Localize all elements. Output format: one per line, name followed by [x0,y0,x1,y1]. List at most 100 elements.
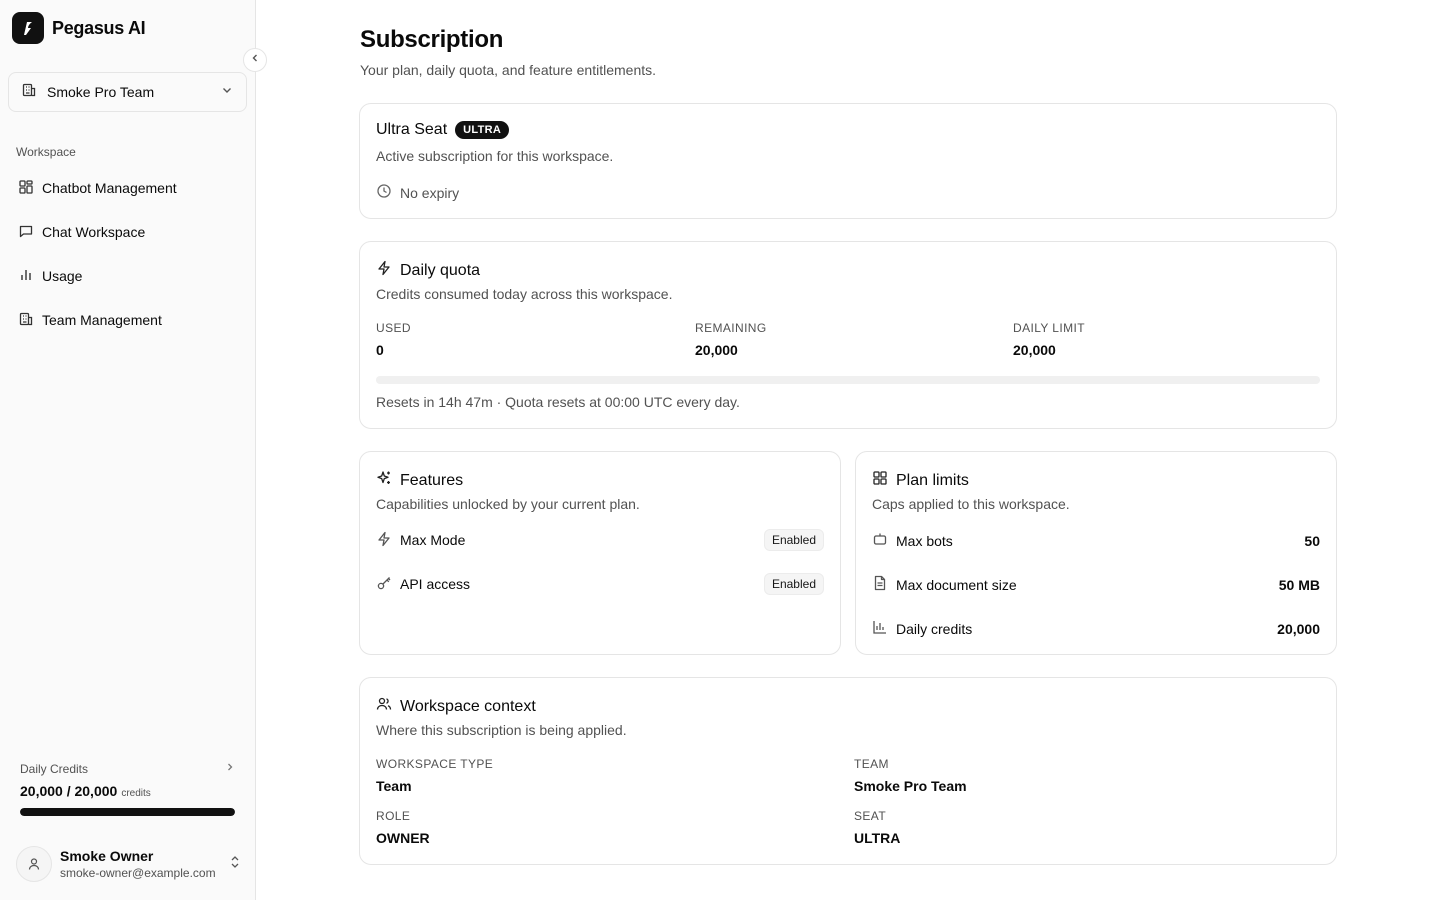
limit-name: Daily credits [896,620,973,637]
daily-credits-value: 20,000 / 20,000 [20,783,118,799]
sidebar-item-team-management[interactable]: Team Management [8,298,247,342]
context-label: ROLE [376,809,411,823]
quota-title: Daily quota [400,261,481,279]
user-name: Smoke Owner [60,848,154,864]
sidebar-item-usage[interactable]: Usage [8,254,247,298]
quota-remaining: REMAINING 20,000 [695,321,767,358]
daily-credits-bar-fill [20,808,235,816]
features-description: Capabilities unlocked by your current pl… [376,496,640,512]
app-logo-icon [12,12,44,44]
feature-row-api-access: API access Enabled [376,573,824,595]
quota-limit-value: 20,000 [1013,342,1056,358]
brand[interactable]: Pegasus AI [12,12,146,44]
context-workspace-type: WORKSPACE TYPE Team [376,757,493,794]
context-role: ROLE OWNER [376,809,430,846]
context-team: TEAM Smoke Pro Team [854,757,967,794]
clock-icon [376,183,392,202]
context-value: Smoke Pro Team [854,778,967,794]
features-card: Features Capabilities unlocked by your c… [359,451,841,655]
team-selector-value: Smoke Pro Team [47,84,155,100]
context-label: SEAT [854,809,887,823]
feature-name: API access [400,576,471,592]
user-menu[interactable]: Smoke Owner smoke-owner@example.com [16,846,242,882]
file-icon [872,575,888,594]
limit-name: Max bots [896,532,953,549]
context-seat: SEAT ULTRA [854,809,900,846]
building-icon [18,311,34,330]
quota-card: Daily quota Credits consumed today acros… [359,241,1337,429]
sidebar-item-label: Chatbot Management [42,180,177,196]
sidebar-item-label: Usage [42,268,83,284]
limit-row-max-document-size: Max document size 50 MB [872,575,1320,594]
limit-value: 50 [1304,532,1320,549]
daily-credits-title: Daily Credits [20,762,89,776]
key-icon [376,575,392,594]
feature-status-badge: Enabled [763,529,824,551]
users-icon [376,696,392,717]
daily-credits-unit: credits [121,788,151,799]
plan-badge: ULTRA [455,121,510,139]
chevron-left-icon [249,51,261,69]
zap-icon [376,260,392,281]
collapse-sidebar-button[interactable] [243,48,267,72]
limit-row-daily-credits: Daily credits 20,000 [872,619,1320,638]
sidebar-item-label: Team Management [42,312,162,328]
context-label: WORKSPACE TYPE [376,757,494,771]
feature-status-badge: Enabled [763,573,824,595]
plan-expiry: No expiry [400,184,460,201]
bar-chart-icon [872,619,888,638]
plan-description: Active subscription for this workspace. [376,148,614,164]
feature-name: Max Mode [400,532,466,548]
plan-limits-description: Caps applied to this workspace. [872,496,1070,512]
chevrons-up-down-icon [228,855,242,874]
message-icon [18,223,34,242]
page-subtitle: Your plan, daily quota, and feature enti… [360,62,657,78]
quota-used-value: 0 [376,342,384,358]
app-name: Pegasus AI [52,17,146,38]
team-selector[interactable]: Smoke Pro Team [8,72,247,112]
sidebar-item-label: Chat Workspace [42,224,146,240]
workspace-context-description: Where this subscription is being applied… [376,722,627,738]
context-value: OWNER [376,830,430,846]
sparkles-icon [376,470,392,491]
bar-chart-icon [18,267,34,286]
sidebar-item-chatbot-management[interactable]: Chatbot Management [8,166,247,210]
page-title: Subscription [360,26,504,53]
quota-reset-note: Resets in 14h 47m · Quota resets at 00:0… [376,394,740,410]
workspace-context-card: Workspace context Where this subscriptio… [359,677,1337,865]
context-label: TEAM [854,757,889,771]
quota-remaining-label: REMAINING [695,321,767,335]
quota-used: USED 0 [376,321,411,358]
limit-value: 20,000 [1277,620,1320,637]
quota-remaining-value: 20,000 [695,342,738,358]
sidebar: Pegasus AI Smoke Pro Team Workspace Chat… [0,0,256,900]
grid-icon [18,179,34,198]
daily-credits-widget[interactable]: Daily Credits 20,000 / 20,000 credits [20,760,236,816]
sidebar-nav: Chatbot Management Chat Workspace Usage … [8,166,247,342]
quota-used-label: USED [376,321,411,335]
plan-limits-title: Plan limits [896,471,969,489]
chevron-down-icon [220,83,234,102]
building-icon [21,82,37,103]
limit-row-max-bots: Max bots 50 [872,531,1320,550]
plan-title: Ultra Seat [376,121,448,138]
quota-limit-label: DAILY LIMIT [1013,321,1085,335]
context-value: Team [376,778,412,794]
limit-name: Max document size [896,576,1017,593]
limit-value: 50 MB [1278,576,1320,593]
quota-description: Credits consumed today across this works… [376,286,673,302]
context-value: ULTRA [854,830,901,846]
plan-limits-card: Plan limits Caps applied to this workspa… [855,451,1337,655]
avatar [16,846,52,882]
grid-icon [872,470,888,491]
feature-row-max-mode: Max Mode Enabled [376,529,824,551]
zap-icon [376,531,392,550]
user-email: smoke-owner@example.com [60,866,216,880]
sidebar-item-chat-workspace[interactable]: Chat Workspace [8,210,247,254]
bot-icon [872,531,888,550]
quota-limit: DAILY LIMIT 20,000 [1013,321,1085,358]
plan-card: Ultra Seat ULTRA Active subscription for… [359,103,1337,219]
daily-credits-bar [20,808,235,816]
features-title: Features [400,471,464,489]
quota-progress-bar [376,376,1320,384]
